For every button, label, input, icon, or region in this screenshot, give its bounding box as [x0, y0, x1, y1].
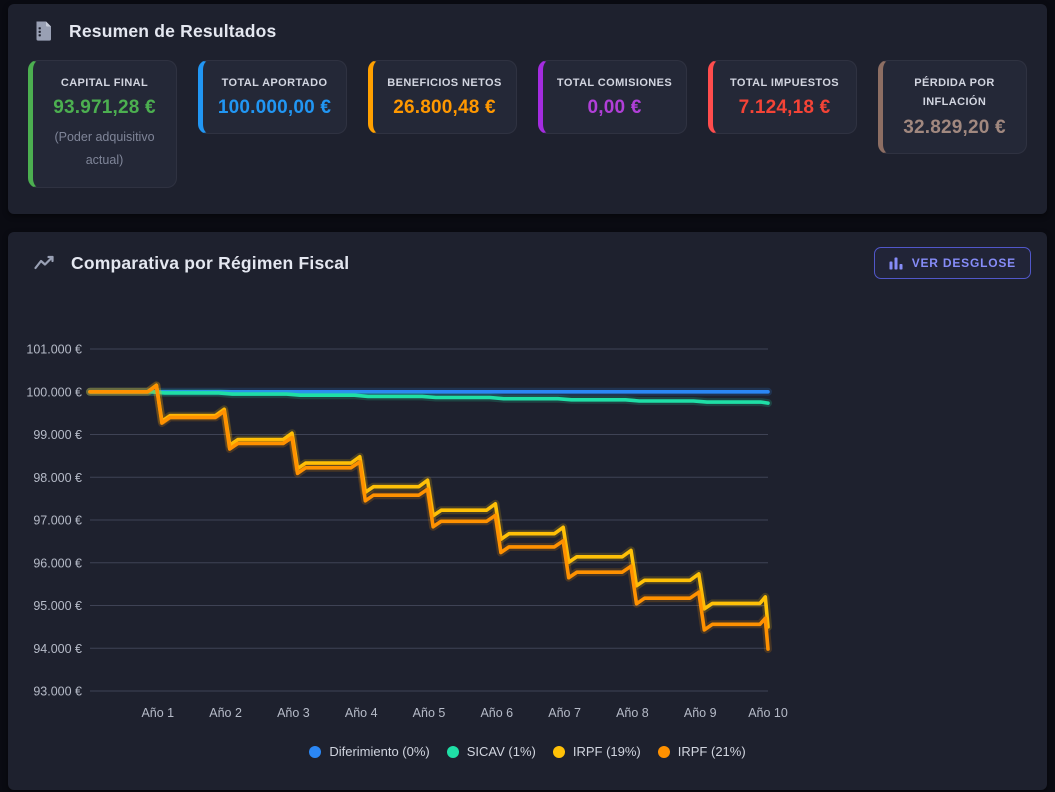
- x-axis-tick-label: Año 10: [748, 706, 788, 720]
- x-axis-tick-label: Año 2: [209, 706, 242, 720]
- summary-card-value: 32.829,20 €: [891, 117, 1018, 139]
- summary-card-label: TOTAL COMISIONES: [551, 74, 678, 93]
- summary-card: CAPITAL FINAL 93.971,28 € (Poder adquisi…: [28, 60, 177, 188]
- summary-card: TOTAL IMPUESTOS 7.124,18 €: [708, 60, 857, 134]
- report-document-icon: [33, 20, 54, 42]
- y-axis-tick-label: 96.000 €: [33, 556, 82, 570]
- legend-label: IRPF (21%): [678, 744, 746, 759]
- y-axis-tick-label: 99.000 €: [33, 428, 82, 442]
- chart-panel: Comparativa por Régimen Fiscal VER DESGL…: [8, 232, 1047, 790]
- x-axis-tick-label: Año 5: [413, 706, 446, 720]
- x-axis-tick-label: Año 4: [345, 706, 378, 720]
- x-axis-tick-label: Año 6: [480, 706, 513, 720]
- ver-desglose-button[interactable]: VER DESGLOSE: [874, 247, 1031, 279]
- legend-item[interactable]: IRPF (19%): [553, 744, 641, 759]
- summary-card-label: CAPITAL FINAL: [41, 74, 168, 93]
- y-axis-tick-label: 97.000 €: [33, 514, 82, 528]
- chart-title: Comparativa por Régimen Fiscal: [71, 253, 349, 274]
- y-axis-tick-label: 101.000 €: [26, 343, 82, 357]
- legend-dot: [309, 746, 321, 758]
- summary-panel: Resumen de Resultados CAPITAL FINAL 93.9…: [8, 4, 1047, 214]
- legend-item[interactable]: Diferimiento (0%): [309, 744, 429, 759]
- x-axis-tick-label: Año 1: [141, 706, 174, 720]
- summary-card: BENEFICIOS NETOS 26.800,48 €: [368, 60, 517, 134]
- y-axis-tick-label: 95.000 €: [33, 599, 82, 613]
- legend-item[interactable]: SICAV (1%): [447, 744, 536, 759]
- legend-label: Diferimiento (0%): [329, 744, 429, 759]
- summary-card-value: 93.971,28 €: [41, 97, 168, 119]
- legend-dot: [553, 746, 565, 758]
- bar-chart-icon: [889, 257, 903, 270]
- x-axis-tick-label: Año 8: [616, 706, 649, 720]
- legend-dot: [447, 746, 459, 758]
- summary-card-label: TOTAL IMPUESTOS: [721, 74, 848, 93]
- legend-label: IRPF (19%): [573, 744, 641, 759]
- legend-item[interactable]: IRPF (21%): [658, 744, 746, 759]
- chart-legend: Diferimiento (0%) SICAV (1%) IRPF (19%) IRP…: [8, 744, 1047, 759]
- y-axis-tick-label: 100.000 €: [26, 385, 82, 399]
- legend-dot: [658, 746, 670, 758]
- summary-card-value: 0,00 €: [551, 97, 678, 119]
- summary-card: TOTAL COMISIONES 0,00 €: [538, 60, 687, 134]
- series-glow: [90, 386, 768, 649]
- trend-line-icon: [34, 255, 56, 271]
- y-axis-tick-label: 98.000 €: [33, 471, 82, 485]
- x-axis-tick-label: Año 9: [684, 706, 717, 720]
- summary-card-label: BENEFICIOS NETOS: [381, 74, 508, 93]
- y-axis-tick-label: 93.000 €: [33, 685, 82, 699]
- chart-header: Comparativa por Régimen Fiscal VER DESGL…: [8, 232, 1047, 279]
- summary-card-note: (Poder adquisitivo actual): [41, 126, 168, 172]
- x-axis-tick-label: Año 7: [548, 706, 581, 720]
- summary-card-label: PÉRDIDA POR INFLACIÓN: [891, 74, 1018, 113]
- summary-card-value: 100.000,00 €: [211, 97, 338, 119]
- summary-card-label: TOTAL APORTADO: [211, 74, 338, 93]
- ver-desglose-label: VER DESGLOSE: [912, 256, 1016, 270]
- summary-card: TOTAL APORTADO 100.000,00 €: [198, 60, 347, 134]
- y-axis-tick-label: 94.000 €: [33, 642, 82, 656]
- legend-label: SICAV (1%): [467, 744, 536, 759]
- summary-card: PÉRDIDA POR INFLACIÓN 32.829,20 €: [878, 60, 1027, 154]
- x-axis-tick-label: Año 3: [277, 706, 310, 720]
- summary-title: Resumen de Resultados: [69, 21, 276, 42]
- summary-card-value: 7.124,18 €: [721, 97, 848, 119]
- summary-card-value: 26.800,48 €: [381, 97, 508, 119]
- fiscal-chart[interactable]: 101.000 € 100.000 € 99.000 € 98.000 € 97.000…: [8, 288, 1047, 738]
- summary-header: Resumen de Resultados: [8, 4, 1047, 42]
- summary-cards: CAPITAL FINAL 93.971,28 € (Poder adquisi…: [8, 42, 1047, 188]
